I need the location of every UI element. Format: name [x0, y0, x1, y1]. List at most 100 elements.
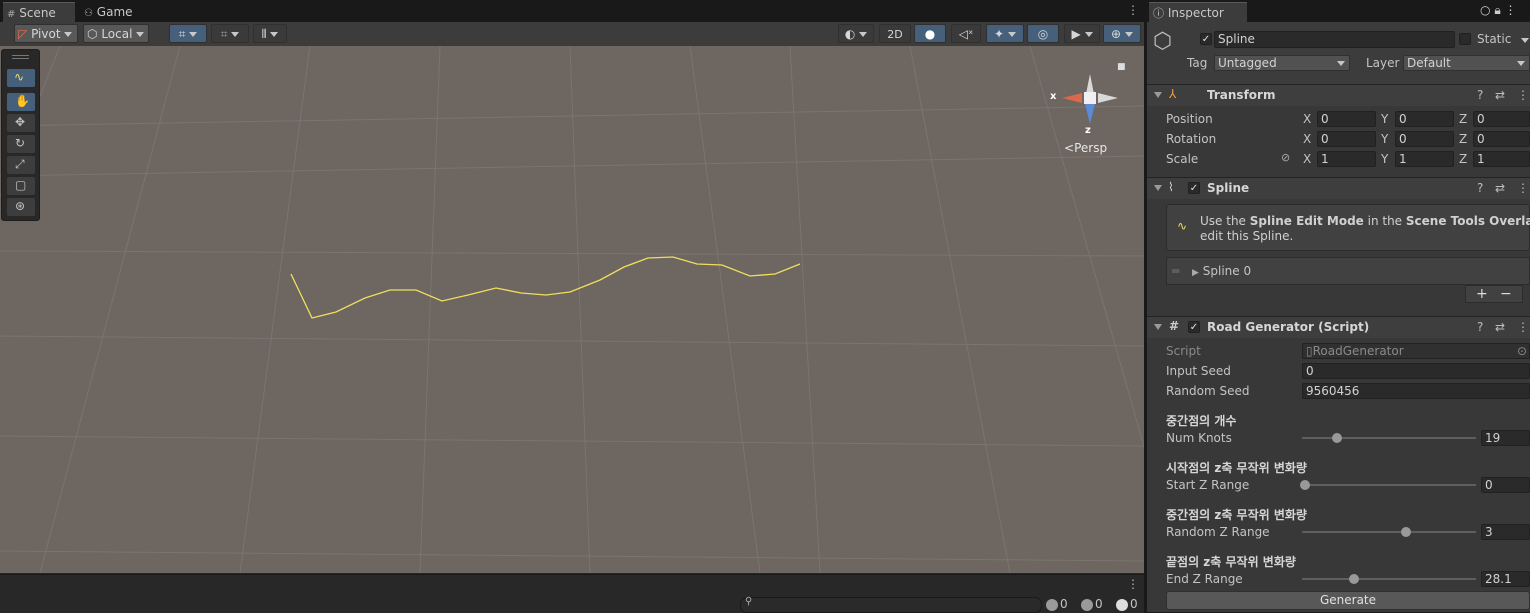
spline-icon: ∿: [14, 70, 25, 84]
active-checkbox[interactable]: ✓: [1200, 33, 1212, 45]
gizmos-dropdown[interactable]: ⊕: [1103, 24, 1141, 43]
draw-mode-dropdown[interactable]: ◐: [838, 24, 874, 43]
input-seed-field[interactable]: 0: [1302, 363, 1530, 379]
remove-spline-button[interactable]: −: [1500, 286, 1512, 302]
random-seed-field[interactable]: 9560456: [1302, 383, 1530, 399]
pivot-dropdown[interactable]: ◸ Pivot: [14, 24, 78, 43]
spline-path: [290, 256, 801, 319]
random-z-slider-knob[interactable]: [1401, 527, 1412, 537]
projection-toggle[interactable]: <Persp: [1064, 141, 1107, 155]
error-count[interactable]: 0: [1116, 597, 1138, 611]
num-knots-slider-knob[interactable]: [1331, 433, 1342, 443]
info-count[interactable]: 0: [1046, 597, 1068, 611]
move-tool[interactable]: ✥: [7, 114, 35, 132]
help-icon[interactable]: ?: [1477, 320, 1483, 334]
start-z-label: Start Z Range: [1166, 478, 1250, 492]
more-menu-icon[interactable]: ⋮: [1127, 3, 1139, 17]
fold-arrow-icon[interactable]: [1154, 185, 1162, 191]
transform-header[interactable]: ⅄ Transform ? ⇄ ⋮: [1147, 84, 1530, 106]
lock-icon[interactable]: ■: [1117, 62, 1126, 72]
static-checkbox[interactable]: [1459, 33, 1471, 45]
tab-scene[interactable]: # Scene: [3, 2, 75, 23]
orientation-gizmo[interactable]: x z <Persp: [1050, 66, 1130, 186]
audio-toggle[interactable]: ◁ˣ: [951, 24, 981, 43]
info-icon: [1046, 598, 1058, 611]
tab-inspector[interactable]: ⓘ Inspector: [1149, 2, 1247, 23]
rotate-tool[interactable]: ↻: [7, 135, 35, 153]
panel-circle-icon[interactable]: ○: [1480, 3, 1490, 17]
spline-list-footer: + −: [1465, 285, 1523, 303]
spline-edit-tool[interactable]: ∿: [7, 69, 35, 87]
help-icon[interactable]: ?: [1477, 181, 1483, 195]
scale-x-field[interactable]: 1: [1317, 151, 1376, 167]
static-label: Static: [1477, 32, 1512, 46]
scene-viewport[interactable]: x z <Persp ■: [0, 46, 1144, 573]
presets-icon[interactable]: ⇄: [1495, 181, 1505, 195]
spline-header[interactable]: ⌇ ✓ Spline ? ⇄ ⋮: [1147, 177, 1530, 199]
end-z-label: End Z Range: [1166, 572, 1243, 586]
snap-increment-dropdown[interactable]: ⌗: [211, 24, 249, 43]
component-menu-icon[interactable]: ⋮: [1517, 320, 1529, 334]
spline-enabled-checkbox[interactable]: ✓: [1188, 182, 1200, 194]
warning-icon: [1081, 598, 1093, 611]
rect-tool[interactable]: ▢: [7, 177, 35, 195]
component-menu-icon[interactable]: ⋮: [1517, 88, 1529, 102]
panel-more-icon[interactable]: ⋮: [1505, 3, 1517, 17]
fold-arrow-icon[interactable]: [1154, 92, 1162, 98]
pivot-icon: ◸: [18, 27, 28, 41]
end-z-slider-knob[interactable]: [1349, 574, 1360, 584]
start-z-field[interactable]: 0: [1481, 477, 1530, 493]
add-spline-button[interactable]: +: [1476, 286, 1488, 302]
scale-y-field[interactable]: 1: [1395, 151, 1454, 167]
presets-icon[interactable]: ⇄: [1495, 320, 1505, 334]
rotation-z-field[interactable]: 0: [1473, 131, 1530, 147]
object-picker-icon[interactable]: ⊙: [1517, 344, 1527, 358]
hand-tool[interactable]: ✋: [7, 93, 35, 111]
generate-button[interactable]: Generate: [1166, 591, 1530, 610]
presets-icon[interactable]: ⇄: [1495, 88, 1505, 102]
end-z-field[interactable]: 28.1: [1481, 571, 1530, 587]
lighting-toggle[interactable]: ●: [914, 24, 946, 43]
position-y-field[interactable]: 0: [1395, 111, 1454, 127]
scale-tool[interactable]: ⤢: [7, 156, 35, 174]
scale-z-field[interactable]: 1: [1473, 151, 1530, 167]
num-knots-label: Num Knots: [1166, 431, 1232, 445]
effects-dropdown[interactable]: ✦: [986, 24, 1024, 43]
rotation-x-field[interactable]: 0: [1317, 131, 1376, 147]
help-icon[interactable]: ?: [1477, 88, 1483, 102]
spline-list-item[interactable]: ▶ Spline 0: [1192, 264, 1251, 278]
space-dropdown[interactable]: ⬡ Local: [83, 24, 149, 43]
component-menu-icon[interactable]: ⋮: [1517, 181, 1529, 195]
rotation-y-field[interactable]: 0: [1395, 131, 1454, 147]
grid-lines-icon: ⫴: [261, 27, 267, 41]
grid-snap-toggle[interactable]: ⌗: [169, 24, 207, 43]
console-more-icon[interactable]: ⋮: [1127, 577, 1139, 591]
camera-dropdown[interactable]: ▶: [1064, 24, 1100, 43]
static-dropdown-icon[interactable]: [1521, 38, 1529, 43]
2d-toggle[interactable]: 2D: [879, 24, 911, 43]
position-z-field[interactable]: 0: [1473, 111, 1530, 127]
fold-arrow-icon[interactable]: [1154, 324, 1162, 330]
scene-visibility-toggle[interactable]: ◎: [1027, 24, 1059, 43]
transform-tool[interactable]: ⊛: [7, 198, 35, 216]
tag-dropdown[interactable]: Untagged: [1214, 55, 1350, 71]
link-scale-icon[interactable]: ⊘: [1281, 151, 1290, 164]
drag-handle-icon[interactable]: [12, 55, 29, 56]
layer-dropdown[interactable]: Default: [1403, 55, 1530, 71]
object-name-field[interactable]: Spline: [1214, 31, 1455, 48]
grid-visibility-dropdown[interactable]: ⫴: [253, 24, 287, 43]
panel-lock-icon[interactable]: 🔒︎: [1494, 3, 1500, 17]
random-z-field[interactable]: 3: [1481, 524, 1530, 540]
tab-game[interactable]: ⚇ Game: [80, 2, 150, 22]
road-generator-header[interactable]: # ✓ Road Generator (Script) ? ⇄ ⋮: [1147, 316, 1530, 338]
console-search-input[interactable]: ⚲: [740, 596, 1042, 613]
road-generator-enabled-checkbox[interactable]: ✓: [1188, 321, 1200, 333]
start-z-slider-knob[interactable]: [1300, 480, 1311, 490]
rect-icon: ▢: [15, 178, 27, 192]
script-field[interactable]: ▯RoadGenerator ⊙: [1302, 343, 1530, 359]
warning-count[interactable]: 0: [1081, 597, 1103, 611]
drag-handle-icon[interactable]: ═: [1172, 264, 1179, 278]
num-knots-field[interactable]: 19: [1481, 430, 1530, 446]
position-x-field[interactable]: 0: [1317, 111, 1376, 127]
audio-mute-icon: ◁ˣ: [958, 27, 974, 41]
